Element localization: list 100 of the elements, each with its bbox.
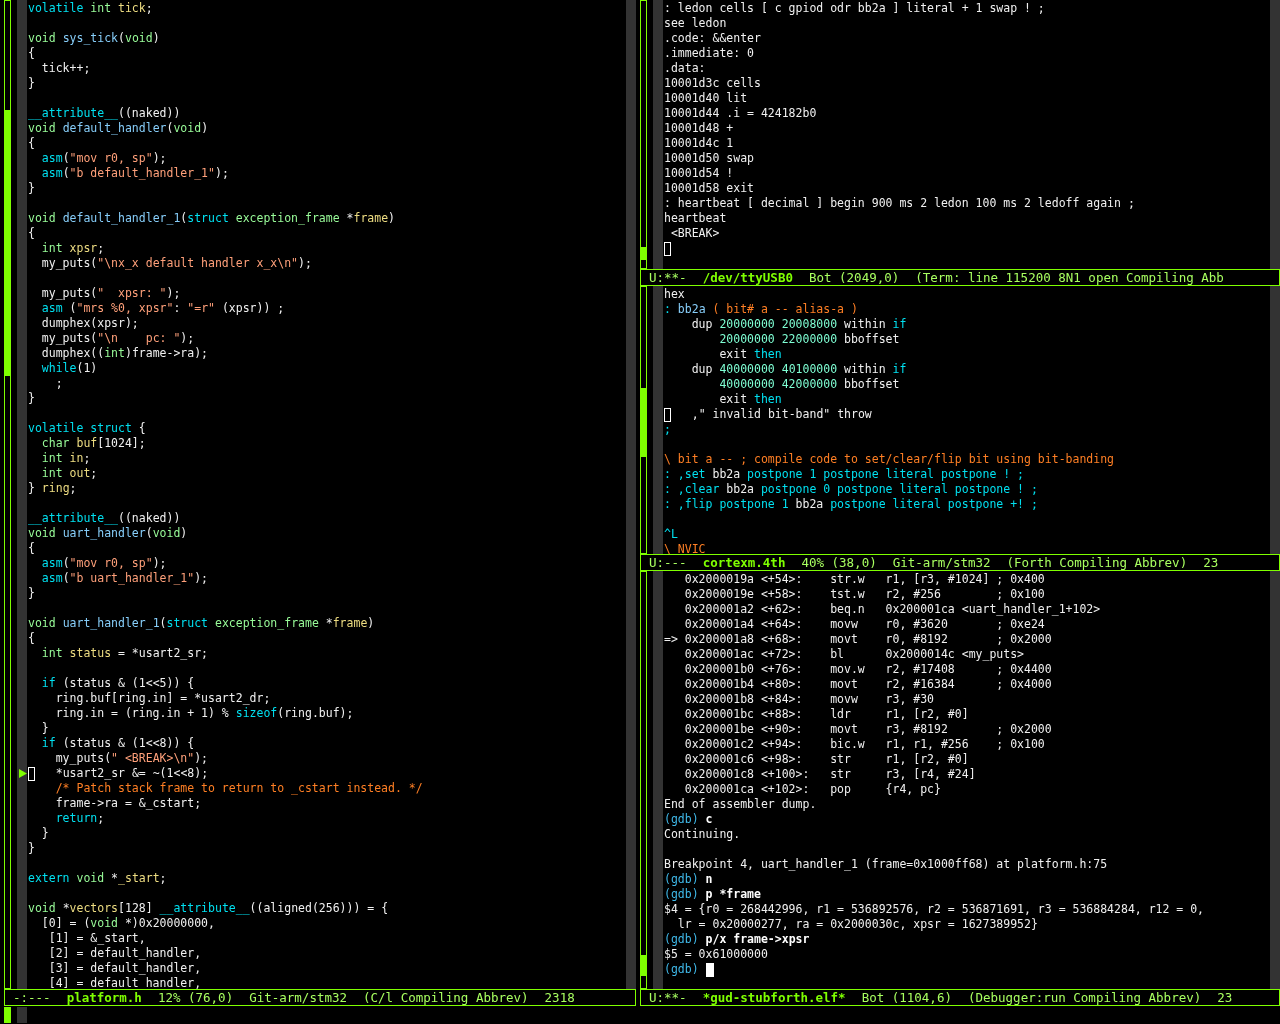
code-line: \ NVIC [664,542,706,554]
code-line: 10001d44 .i = 424182b0 [664,106,817,121]
code-line: 0x200001bc <+88>: ldr r1, [r2, #0] [683,707,969,722]
code-line: { [28,541,35,556]
code-line: 10001d54 ! [664,166,734,181]
code-line: __attribute__((naked)) [28,511,181,526]
code-line: lr = 0x20000277, ra = 0x2000030c, xpsr = 1627389952} [676,917,1038,932]
code-line: void default_handler_1(struct exception_frame *frame) [28,211,395,226]
code-line: if (status & (1<<8)) { [40,736,195,751]
code-line: my_puts(" <BREAK>\n"); [54,751,209,766]
code-line: int in; [40,451,91,466]
code-line: } [28,76,35,91]
code-line: (gdb) p *frame [664,887,761,902]
code-line: 10001d3c cells [664,76,761,91]
code-line: [0] = (void *)0x20000000, [40,916,215,931]
code-line: => 0x200001a8 <+68>: movt r0, #8192 ; 0x2000 [664,632,1052,647]
code-line: : heartbeat [ decimal ] begin 900 ms 2 ledon 100 ms 2 ledoff again ; [664,196,1135,211]
scrollbar-thumb[interactable] [641,388,646,458]
code-line: asm("b uart_handler_1"); [40,571,209,586]
mode-line-text: -:--- [13,990,51,1005]
code-line: } [40,826,49,841]
scrollbar[interactable] [4,1007,11,1023]
buffer-name: platform.h [66,990,142,1005]
mode-line-text: U:**- [649,270,687,285]
code-line: ," invalid bit-band" throw [690,407,872,422]
mode-line-text: 23 [1217,990,1233,1005]
code-line: return; [54,811,105,826]
code-line: my_puts("\nx_x default handler x_x\n"); [40,256,312,271]
mode-line-text: (C/l Compiling Abbrev) [363,990,529,1005]
code-line: void sys_tick(void) [28,31,160,46]
code-line: [3] = default_handler, [47,961,202,976]
code-line: } [40,721,49,736]
code-line: volatile int tick; [28,1,153,16]
code-line: 10001d40 lit [664,91,748,106]
code-line: see ledon [664,16,727,31]
mode-line-text: U:--- [649,555,687,570]
code-line: { [28,226,35,241]
code-line: : bb2a ( bit# a -- alias-a ) [664,302,858,317]
mode-line-text: Bot (2049,0) [808,270,900,285]
code-line: dumphex(xpsr); [40,316,139,331]
code-line: int status = *usart2_sr; [40,646,209,661]
code-line: *usart2_sr &= ~(1<<8); [54,766,209,781]
scrollbar-thumb[interactable] [641,954,646,976]
code-line: 40000000 42000000 bboffset [718,377,900,392]
code-line: extern void *_start; [28,871,167,886]
code-line: dup 20000000 20008000 within if [690,317,907,332]
scrollbar[interactable] [640,286,647,554]
code-line: { [28,631,35,646]
code-line: heartbeat [664,211,727,226]
code-line: { [28,46,35,61]
code-line: 10001d50 swap [664,151,754,166]
code-line: } ring; [28,481,77,496]
code-line: (gdb) [664,962,700,977]
code-line: if (status & (1<<5)) { [40,676,195,691]
mode-line-text: 23 [1203,555,1219,570]
code-line: ; [664,422,671,437]
mode-line-text: Bot (1104,6) [861,990,952,1005]
code-line: void uart_handler(void) [28,526,188,541]
scrollbar-thumb[interactable] [641,246,646,260]
mode-line-text: (Debugger:run Compiling Abbrev) [967,990,1202,1005]
code-line: (gdb) n [664,872,713,887]
code-line: $5 = 0x61000000 [664,947,768,962]
code-line: End of assembler dump. [664,797,817,812]
code-line: (gdb) p/x frame->xpsr [664,932,810,947]
code-line: 0x200001a4 <+64>: movw r0, #3620 ; 0xe24 [683,617,1045,632]
code-line: int out; [40,466,98,481]
code-line: frame->ra = &_cstart; [54,796,202,811]
code-line: [1] = &_start, [47,931,146,946]
code-line: hex [664,287,685,302]
code-line: volatile struct { [28,421,146,436]
window-fringe [17,1007,27,1023]
buffer-name: *gud-stubforth.elf* [702,990,846,1005]
code-line: asm ("mrs %0, xpsr": "=r" (xpsr)) ; [40,301,285,316]
code-line: my_puts(" xpsr: "); [40,286,181,301]
code-line: while(1) [40,361,98,376]
scrollbar[interactable] [640,0,647,269]
code-line: asm("mov r0, sp"); [40,151,167,166]
scrollbar[interactable] [640,571,647,989]
code-line: : ,flip postpone 1 bb2a postpone literal postpone +! ; [664,497,1038,512]
code-line: 0x2000019a <+54>: str.w r1, [r3, #1024] ; 0x400 [683,572,1045,587]
code-line: ring.in = (ring.in + 1) % sizeof(ring.buf); [54,706,354,721]
code-line: } [28,841,35,856]
code-line: __attribute__((naked)) [28,106,181,121]
mode-line-text: 2318 [544,990,575,1005]
scrollbar-thumb[interactable] [5,109,10,377]
code-line: ; [54,376,63,391]
code-line: $4 = {r0 = 268442996, r1 = 536892576, r2 = 536871691, r3 = 536884284, r12 = 0, [664,902,1205,917]
code-line: : ,clear bb2a postpone 0 postpone literal postpone ! ; [664,482,1038,497]
code-line: } [28,586,35,601]
code-line: /* Patch stack frame to return to _cstart instead. */ [54,781,423,796]
code-line: 20000000 22000000 bboffset [718,332,900,347]
code-line: .immediate: 0 [664,46,754,61]
code-line: 10001d48 + [664,121,734,136]
code-line: 0x200001b0 <+76>: mov.w r2, #17408 ; 0x4400 [683,662,1052,677]
code-line: dumphex((int)frame->ra); [40,346,209,361]
scrollbar[interactable] [4,0,11,989]
code-line: 0x200001ac <+72>: bl 0x2000014c <my_puts> [683,647,1025,662]
mode-line-text: Git-arm/stm32 [249,990,347,1005]
code-line: my_puts("\n pc: "); [40,331,195,346]
code-line: 0x200001c8 <+100>: str r3, [r4, #24] [683,767,976,782]
